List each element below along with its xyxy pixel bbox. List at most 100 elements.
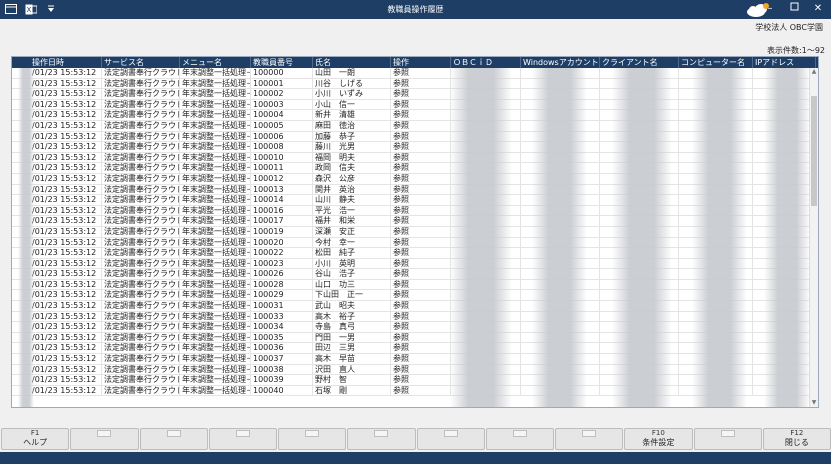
table-cell	[679, 78, 753, 89]
table-cell	[600, 120, 679, 131]
fkey-label: 条件設定	[642, 438, 675, 447]
table-cell: 参照	[391, 322, 451, 332]
fkey-f12-button[interactable]: F12 閉じる	[762, 428, 831, 450]
table-cell	[521, 332, 600, 343]
table-row[interactable]: /01/23 15:53:12 法定調書奉行クラウド 年末調整一括処理－ 100028…	[12, 279, 818, 291]
close-icon[interactable]: ✕	[811, 2, 825, 16]
table-row[interactable]: /01/23 15:53:12 法定調書奉行クラウド 年末調整一括処理－ 100011…	[12, 163, 818, 174]
table-row[interactable]: /01/23 15:53:12 法定調書奉行クラウド 年末調整一括処理－ 100016…	[12, 205, 818, 217]
table-row[interactable]: /01/23 15:53:12 法定調書奉行クラウド 年末調整一括処理－ 100034…	[12, 322, 818, 333]
fkey-number: F1	[30, 429, 40, 437]
vertical-scrollbar[interactable]: ▲ ▼	[809, 68, 818, 407]
table-row[interactable]: /01/23 15:53:12 法定調書奉行クラウド 年末調整一括処理－ 100020…	[12, 237, 818, 249]
table-cell: 法定調書奉行クラウド	[104, 258, 180, 269]
table-cell: 100020	[251, 237, 313, 248]
table-cell: /01/23 15:53:12	[12, 311, 102, 322]
fkey-empty-button[interactable]	[208, 428, 277, 450]
fkey-empty-button[interactable]	[278, 428, 347, 450]
fkey-slot-icon	[512, 430, 527, 437]
grid-body: /01/23 15:53:12 法定調書奉行クラウド 年末調整一括処理－ 100000…	[12, 68, 818, 407]
table-row[interactable]: /01/23 15:53:12 法定調書奉行クラウド 年末調整一括処理－ 100023…	[12, 258, 818, 270]
table-cell: 政岡 信夫	[313, 163, 391, 173]
table-row[interactable]: /01/23 15:53:12 法定調書奉行クラウド 年末調整一括処理－ 100036…	[12, 343, 818, 355]
table-cell: 参照	[391, 332, 451, 343]
table-row[interactable]: /01/23 15:53:12 法定調書奉行クラウド 年末調整一括処理－ 100001…	[12, 78, 818, 90]
column-header[interactable]: 教職員番号	[251, 57, 313, 68]
scroll-up-icon[interactable]: ▲	[810, 68, 818, 76]
table-cell	[600, 385, 679, 396]
column-header[interactable]: Windowsアカウント	[521, 57, 600, 68]
column-header[interactable]: ＯＢＣｉＤ	[451, 57, 521, 68]
column-header[interactable]: 操作日時	[12, 57, 102, 68]
table-cell: 谷山 浩子	[313, 269, 391, 279]
fkey-empty-button[interactable]	[555, 428, 624, 450]
table-cell: 100023	[251, 258, 313, 269]
table-row[interactable]: /01/23 15:53:12 法定調書奉行クラウド 年末調整一括処理－ 100012…	[12, 173, 818, 185]
table-cell	[451, 142, 521, 152]
table-row[interactable]: /01/23 15:53:12 法定調書奉行クラウド 年末調整一括処理－ 100035…	[12, 332, 818, 344]
table-cell: 100026	[251, 269, 313, 279]
table-row[interactable]: /01/23 15:53:12 法定調書奉行クラウド 年末調整一括処理－ 100040…	[12, 385, 818, 397]
table-row[interactable]: /01/23 15:53:12 法定調書奉行クラウド 年末調整一括処理－ 100008…	[12, 142, 818, 153]
table-cell: 年末調整一括処理－	[182, 258, 251, 269]
table-row[interactable]: /01/23 15:53:12 法定調書奉行クラウド 年末調整一括処理－ 100014…	[12, 195, 818, 206]
fkey-f10-button[interactable]: F10 条件設定	[624, 428, 693, 450]
fkey-empty-button[interactable]	[416, 428, 485, 450]
fkey-empty-button[interactable]	[485, 428, 554, 450]
table-cell	[753, 279, 816, 290]
table-cell	[521, 110, 600, 120]
table-row[interactable]: /01/23 15:53:12 法定調書奉行クラウド 年末調整一括処理－ 100002…	[12, 89, 818, 100]
table-cell: 法定調書奉行クラウド	[104, 184, 180, 195]
maximize-icon[interactable]	[787, 2, 801, 16]
column-header[interactable]: 氏名	[313, 57, 391, 68]
table-cell	[600, 68, 679, 78]
table-row[interactable]: /01/23 15:53:12 法定調書奉行クラウド 年末調整一括処理－ 100006…	[12, 131, 818, 143]
table-row[interactable]: /01/23 15:53:12 法定調書奉行クラウド 年末調整一括処理－ 100031…	[12, 301, 818, 312]
fkey-empty-button[interactable]	[693, 428, 762, 450]
table-cell: 法定調書奉行クラウド	[104, 375, 180, 385]
table-row[interactable]: /01/23 15:53:12 法定調書奉行クラウド 年末調整一括処理－ 100026…	[12, 269, 818, 280]
fkey-empty-button[interactable]	[70, 428, 139, 450]
table-cell	[679, 195, 753, 205]
column-header[interactable]: 操作	[391, 57, 451, 68]
table-cell	[600, 279, 679, 290]
scroll-down-icon[interactable]: ▼	[810, 399, 818, 407]
column-header[interactable]: メニュー名	[180, 57, 251, 68]
column-header[interactable]: IPアドレス	[753, 57, 816, 68]
table-row[interactable]: /01/23 15:53:12 法定調書奉行クラウド 年末調整一括処理－ 100010…	[12, 152, 818, 164]
table-row[interactable]: /01/23 15:53:12 法定調書奉行クラウド 年末調整一括処理－ 100017…	[12, 216, 818, 227]
column-header[interactable]: コンピューター名	[679, 57, 753, 68]
table-cell: 年末調整一括処理－	[182, 89, 251, 99]
table-row[interactable]: /01/23 15:53:12 法定調書奉行クラウド 年末調整一括処理－ 100000…	[12, 68, 818, 79]
table-cell: 100005	[251, 120, 313, 131]
table-cell: 深瀬 安正	[313, 226, 391, 237]
table-cell	[753, 68, 816, 78]
table-cell: 麻田 徳治	[313, 120, 391, 131]
column-header[interactable]: サービス名	[102, 57, 180, 68]
fkey-empty-button[interactable]	[139, 428, 208, 450]
table-row[interactable]: /01/23 15:53:12 法定調書奉行クラウド 年末調整一括処理－ 100005…	[12, 120, 818, 132]
table-row[interactable]: /01/23 15:53:12 法定調書奉行クラウド 年末調整一括処理－ 100033…	[12, 311, 818, 323]
table-row[interactable]: /01/23 15:53:12 法定調書奉行クラウド 年末調整一括処理－ 100022…	[12, 248, 818, 259]
column-header[interactable]: クライアント名	[600, 57, 679, 68]
table-row[interactable]: /01/23 15:53:12 法定調書奉行クラウド 年末調整一括処理－ 100039…	[12, 375, 818, 386]
table-row[interactable]: /01/23 15:53:12 法定調書奉行クラウド 年末調整一括処理－ 100003…	[12, 99, 818, 111]
table-row[interactable]: /01/23 15:53:12 法定調書奉行クラウド 年末調整一括処理－ 100019…	[12, 226, 818, 238]
fkey-empty-button[interactable]	[347, 428, 416, 450]
table-cell: 参照	[391, 375, 451, 385]
table-cell: 年末調整一括処理－	[182, 195, 251, 205]
table-row[interactable]: /01/23 15:53:12 法定調書奉行クラウド 年末調整一括処理－ 100004…	[12, 110, 818, 121]
table-cell: 年末調整一括処理－	[182, 142, 251, 152]
minimize-icon[interactable]: –	[763, 2, 777, 16]
scroll-thumb[interactable]	[811, 96, 817, 206]
table-row[interactable]: /01/23 15:53:12 法定調書奉行クラウド 年末調整一括処理－ 100038…	[12, 364, 818, 376]
table-cell	[753, 248, 816, 258]
table-cell	[451, 354, 521, 364]
table-row[interactable]: /01/23 15:53:12 法定調書奉行クラウド 年末調整一括処理－ 100013…	[12, 184, 818, 196]
table-cell	[679, 89, 753, 99]
table-row[interactable]: /01/23 15:53:12 法定調書奉行クラウド 年末調整一括処理－ 100037…	[12, 354, 818, 365]
table-cell	[753, 364, 816, 375]
table-cell	[451, 258, 521, 269]
fkey-f1-button[interactable]: F1 ヘルプ	[1, 428, 70, 450]
table-row[interactable]: /01/23 15:53:12 法定調書奉行クラウド 年末調整一括処理－ 100029…	[12, 290, 818, 302]
